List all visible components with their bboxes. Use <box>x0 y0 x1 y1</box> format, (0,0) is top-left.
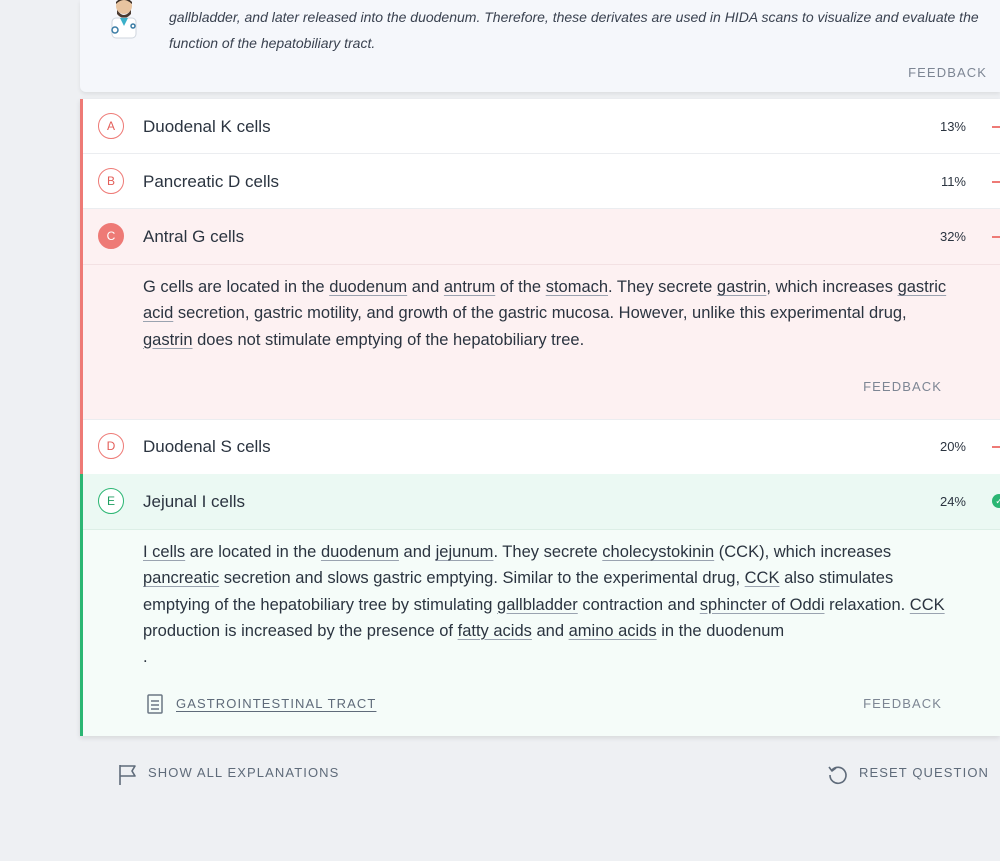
text: and <box>398 543 436 561</box>
row-divider <box>83 264 1000 265</box>
text: , which increases <box>766 278 898 296</box>
feedback-link-c[interactable]: FEEDBACK <box>863 379 942 394</box>
text: G cells are located in the <box>143 278 330 296</box>
text: . They secrete <box>493 543 603 561</box>
text: of the <box>495 278 546 296</box>
term-link[interactable]: pancreatic <box>143 569 219 587</box>
doctor-avatar-icon <box>111 0 137 39</box>
term-link[interactable]: gastrin <box>143 331 193 349</box>
incorrect-bar <box>80 154 83 209</box>
text: . They secrete <box>608 278 717 296</box>
answer-letter: A <box>98 113 124 139</box>
explanation-c-text: G cells are located in the duodenum and … <box>143 274 958 353</box>
incorrect-dash-icon <box>992 126 1000 128</box>
term-link[interactable]: I cells <box>143 543 185 561</box>
incorrect-bar <box>80 419 83 474</box>
term-link[interactable]: duodenum <box>329 278 407 296</box>
text: and <box>407 278 444 296</box>
answer-percent: 24% <box>939 494 966 509</box>
incorrect-bar <box>80 99 83 154</box>
text: production is increased by the presence … <box>143 621 458 640</box>
answer-percent: 11% <box>940 174 966 189</box>
explanation-e-text: I cells are located in the duodenum and … <box>143 539 958 670</box>
answer-text: Jejunal I cells <box>143 492 246 511</box>
answer-letter: B <box>98 168 124 194</box>
text: secretion and slows gastric emptying. Si… <box>219 569 745 588</box>
term-link[interactable]: fatty acids <box>458 622 532 640</box>
term-link[interactable]: cholecystokinin <box>602 543 714 561</box>
answer-letter: D <box>98 433 124 459</box>
term-link[interactable]: gastrin <box>717 278 767 296</box>
answer-option-b[interactable]: B Pancreatic D cells 11% <box>80 154 1000 209</box>
flag-icon <box>119 765 136 785</box>
feedback-link-e[interactable]: FEEDBACK <box>863 696 942 711</box>
answer-text: Pancreatic D cells <box>143 172 280 191</box>
term-link[interactable]: sphincter of Oddi <box>700 596 825 614</box>
top-explanation-line-1: gallbladder, and later released into the… <box>169 9 979 25</box>
text: (CCK), which increases <box>714 543 892 561</box>
show-all-explanations-button[interactable]: SHOW ALL EXPLANATIONS <box>148 765 339 780</box>
incorrect-dash-icon <box>992 181 1000 183</box>
answer-option-a[interactable]: A Duodenal K cells 13% <box>80 99 1000 154</box>
topic-link[interactable]: GASTROINTESTINAL TRACT <box>176 696 376 711</box>
text: contraction and <box>577 595 700 614</box>
reset-question-button[interactable]: RESET QUESTION <box>859 765 989 780</box>
reset-icon <box>828 766 847 785</box>
answer-letter: E <box>98 488 124 514</box>
answer-percent: 13% <box>939 119 966 134</box>
text: . <box>143 648 148 667</box>
text: and <box>531 621 569 640</box>
feedback-link-top[interactable]: FEEDBACK <box>908 65 987 80</box>
term-link[interactable]: antrum <box>444 278 495 296</box>
top-explanation-text: gallbladder, and later released into the… <box>169 4 999 56</box>
row-divider <box>83 529 1000 530</box>
term-link[interactable]: duodenum <box>321 543 399 561</box>
answer-list: A Duodenal K cells 13% B Pancreatic D ce… <box>80 99 1000 736</box>
answer-option-c[interactable]: C Antral G cells 32% G cells are located… <box>80 209 1000 419</box>
top-explanation-line-2: function of the hepatobiliary tract. <box>169 35 376 51</box>
answer-text: Duodenal K cells <box>143 117 271 136</box>
term-link[interactable]: CCK <box>910 596 945 614</box>
text: are located in the <box>185 543 321 561</box>
term-link[interactable]: gallbladder <box>497 596 578 614</box>
term-link[interactable]: amino acids <box>569 622 657 640</box>
question-explanation-card: gallbladder, and later released into the… <box>80 0 1000 92</box>
term-link[interactable]: jejunum <box>436 543 494 561</box>
document-icon <box>147 694 163 714</box>
answer-text: Antral G cells <box>143 227 245 246</box>
incorrect-bar <box>80 209 83 419</box>
answer-option-d[interactable]: D Duodenal S cells 20% <box>80 419 1000 474</box>
answer-percent: 32% <box>939 229 966 244</box>
incorrect-dash-icon <box>992 236 1000 238</box>
answer-text: Duodenal S cells <box>143 437 271 456</box>
answer-letter: C <box>98 223 124 249</box>
text: does not stimulate emptying of the hepat… <box>192 330 585 349</box>
text: in the duodenum <box>656 621 785 640</box>
check-icon: ✓ <box>992 494 1000 508</box>
text: secretion, gastric motility, and growth … <box>173 304 907 323</box>
answer-percent: 20% <box>939 439 966 454</box>
row-divider <box>83 419 1000 420</box>
term-link[interactable]: stomach <box>546 278 608 296</box>
answer-option-e[interactable]: E Jejunal I cells 24% ✓ I cells are loca… <box>80 474 1000 736</box>
text: relaxation. <box>824 595 910 614</box>
incorrect-dash-icon <box>992 446 1000 448</box>
term-link[interactable]: CCK <box>745 569 780 587</box>
